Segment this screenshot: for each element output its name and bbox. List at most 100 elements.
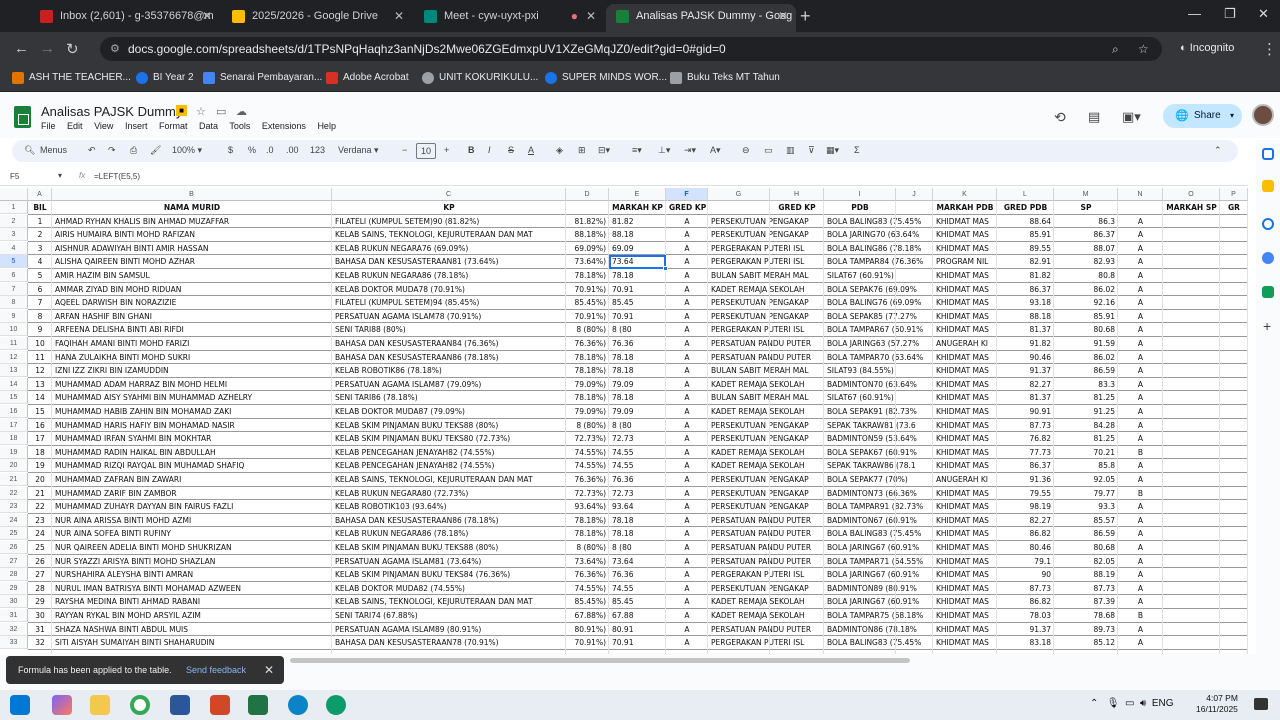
table-cell[interactable]: 76.36%) [566,568,609,581]
menu-view[interactable]: View [94,121,113,131]
table-cell[interactable]: A [1118,391,1163,404]
table-cell[interactable]: 32 [28,636,52,649]
text-wrapping-icon[interactable]: ⇥▾ [684,145,696,156]
table-cell[interactable]: B [1118,487,1163,500]
table-cell[interactable]: 28 [28,582,52,595]
table-cell[interactable]: IZNI IZZ ZIKRI BIN IZAMUDDIN [52,364,332,377]
column-header-i[interactable]: I [824,188,896,201]
table-cell[interactable]: BOLA BALING76 (69.09% [824,296,933,309]
table-cell[interactable]: 76.36 [609,568,666,581]
row-header[interactable]: 25 [0,527,28,541]
browser-tab-meet[interactable]: Meet - cyw-uyxt-pxi ● ✕ [414,4,604,32]
table-cell[interactable]: 78.18%) [566,527,609,540]
table-cell[interactable]: NUR AINA ARISSA BINTI MOHD AZMI [52,514,332,527]
table-cell[interactable]: PERSEKUTUAN PENGAKAP [708,228,824,241]
forward-button[interactable]: → [40,40,55,57]
table-cell[interactable]: PERSATUAN PANDU PUTER [708,541,824,554]
row-header[interactable]: 33 [0,636,28,650]
column-header-l[interactable]: L [997,188,1054,201]
table-cell[interactable]: 87.39 [1054,595,1118,608]
table-cell[interactable]: 85.45 [609,296,666,309]
table-cell[interactable]: 20 [28,473,52,486]
header-cell[interactable]: BIL [28,201,52,214]
column-header-p[interactable]: P [1220,188,1248,201]
table-cell[interactable]: BOLA SEPAK91 (82.73% [824,405,933,418]
increase-decimal-button[interactable]: .00 [286,145,299,155]
table-cell[interactable]: 90.91 [997,405,1054,418]
table-cell[interactable]: KELAB SKIM PINJAMAN BUKU TEKS88 (80%) [332,419,566,432]
table-cell[interactable]: 79.09 [609,405,666,418]
bookmark-item[interactable]: BI Year 2 [136,72,194,84]
table-cell[interactable]: A [666,595,708,608]
table-cell[interactable]: 16 [28,419,52,432]
bold-icon[interactable]: B [468,145,475,155]
sheets-logo-icon[interactable] [14,106,31,128]
table-cell[interactable]: SHAZA NASHWA BINTI ABDUL MUIS [52,623,332,636]
new-tab-button[interactable]: + [800,6,811,27]
table-cell[interactable]: A [1118,337,1163,350]
header-cell[interactable]: SP [1054,201,1118,214]
insert-chart-icon[interactable]: ▥ [786,145,795,156]
undo-icon[interactable]: ↶ [88,145,96,156]
tasks-icon[interactable] [1262,218,1274,230]
table-cell[interactable]: 82.05 [1054,555,1118,568]
table-cell[interactable]: PROGRAM NIL [933,255,997,268]
table-cell[interactable]: A [1118,568,1163,581]
table-cell[interactable]: A [1118,473,1163,486]
more-formats-button[interactable]: 123 [310,145,325,155]
table-cell[interactable]: 88.19 [1054,568,1118,581]
font-select[interactable]: Verdana ▾ [338,145,379,156]
table-cell[interactable]: 86.37 [1054,228,1118,241]
fill-handle[interactable] [663,266,668,272]
table-cell[interactable]: 81.37 [997,391,1054,404]
column-header-k[interactable]: K [933,188,997,201]
table-cell[interactable]: ARFAN HASHIF BIN GHANI [52,310,332,323]
table-cell[interactable]: 69.09 [609,242,666,255]
table-cell[interactable]: KHIDMAT MAS [933,283,997,296]
table-cell[interactable]: BOLA TAMPAR84 (76.36% [824,255,933,268]
table-cell[interactable]: AMIR HAZIM BIN SAMSUL [52,269,332,282]
column-header-m[interactable]: M [1054,188,1118,201]
table-cell[interactable]: 78.18%) [566,364,609,377]
cloud-status-icon[interactable]: ☁ [236,105,247,118]
table-cell[interactable]: 72.73%) [566,432,609,445]
table-cell[interactable]: A [1118,242,1163,255]
table-cell[interactable]: 8 (80%) [566,541,609,554]
table-cell[interactable]: A [666,405,708,418]
insert-comment-icon[interactable]: ▭ [764,145,773,156]
table-cell[interactable]: 84.28 [1054,419,1118,432]
table-cell[interactable]: KHIDMAT MAS [933,296,997,309]
table-cell[interactable]: ARFEENA DELISHA BINTI ABI RIFDI [52,323,332,336]
bookmark-item[interactable]: SUPER MINDS WOR... [545,72,667,84]
chrome-icon[interactable] [130,695,150,715]
table-cell[interactable]: BOLA TAMPAR67 (60.91% [824,323,933,336]
table-cell[interactable]: NURUL IMAN BATRISYA BINTI MOHAMAD AZWEEN [52,582,332,595]
table-cell[interactable]: 73.64 [609,555,666,568]
table-cell[interactable]: 85.57 [1054,514,1118,527]
table-cell[interactable]: PERSATUAN PANDU PUTER [708,337,824,350]
table-cell[interactable]: KHIDMAT MAS [933,527,997,540]
table-cell[interactable]: MUHAMMAD HARIS HAFIY BIN MOHAMAD NASIR [52,419,332,432]
table-cell[interactable]: KHIDMAT MAS [933,391,997,404]
table-cell[interactable]: A [1118,582,1163,595]
table-cell[interactable]: 81.25 [1054,432,1118,445]
insert-link-icon[interactable]: ⊖ [742,145,750,156]
table-cell[interactable]: BAHASA DAN KESUSASTERAAN81 (73.64%) [332,255,566,268]
table-cell[interactable]: A [666,541,708,554]
increase-font-size-icon[interactable]: + [444,145,449,155]
table-cell[interactable]: BADMINTON59 (53.64% [824,432,933,445]
table-cell[interactable]: KADET REMAJA SEKOLAH [708,609,824,622]
table-cell[interactable]: BOLA BALING83 (75.45% [824,636,933,649]
table-cell[interactable]: KELAB SKIM PINJAMAN BUKU TEKS80 (72.73%) [332,432,566,445]
table-cell[interactable]: A [1118,514,1163,527]
table-cell[interactable]: 79.09 [609,378,666,391]
table-cell[interactable]: 67.88 [609,609,666,622]
column-header-o[interactable]: O [1163,188,1220,201]
header-cell[interactable] [896,201,933,214]
table-cell[interactable]: RAYSHA MEDINA BINTI AHMAD RABANI [52,595,332,608]
browser-tab-drive[interactable]: 2025/2026 - Google Drive ✕ [222,4,412,32]
table-cell[interactable]: 79.09%) [566,378,609,391]
row-header[interactable]: 17 [0,418,28,432]
table-cell[interactable]: KELAB SAINS, TEKNOLOGI, KEJURUTERAAN DAN… [332,595,566,608]
row-header[interactable]: 10 [0,323,28,337]
